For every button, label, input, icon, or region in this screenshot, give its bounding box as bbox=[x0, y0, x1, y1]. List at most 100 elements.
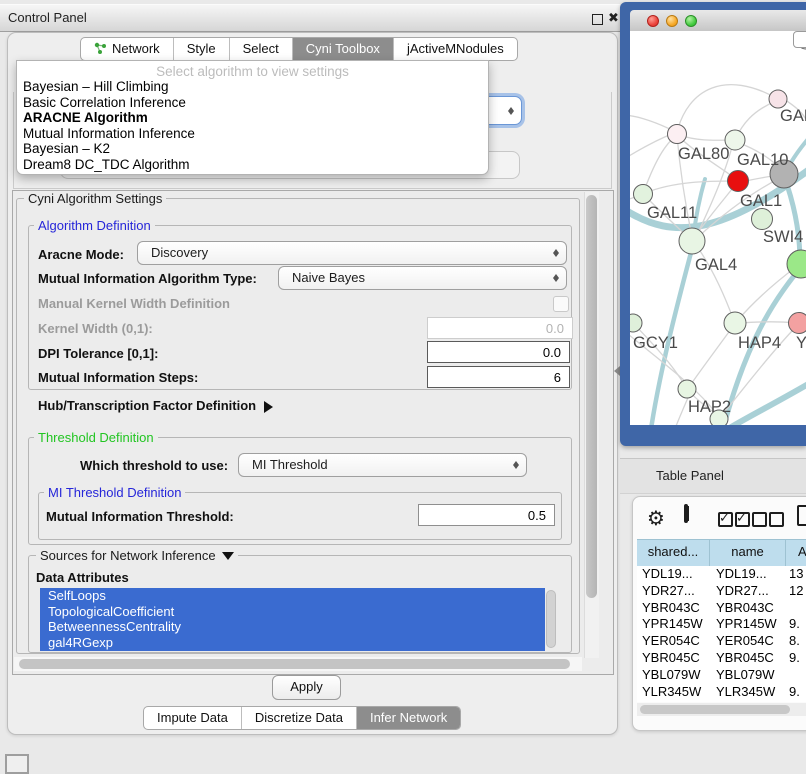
minimized-panel-button[interactable] bbox=[5, 754, 29, 774]
column-header-partial[interactable]: A bbox=[786, 540, 806, 566]
minimize-window-icon[interactable] bbox=[666, 15, 678, 27]
node-gal-top[interactable] bbox=[769, 90, 787, 108]
node-hap4[interactable] bbox=[724, 312, 746, 334]
tab-jactivemnodules[interactable]: jActiveMNodules bbox=[394, 38, 517, 60]
network-canvas[interactable]: GALGAL80GAL10GAL1GAL11SWI4GAL4HAP4YGCY1H… bbox=[630, 31, 806, 425]
mi-threshold-group-title: MI Threshold Definition bbox=[44, 485, 185, 500]
tab-cyni-toolbox[interactable]: Cyni Toolbox bbox=[293, 38, 394, 60]
node-hap4-label: HAP4 bbox=[738, 334, 781, 352]
node-hap2[interactable] bbox=[678, 380, 696, 398]
algorithm-dropdown-popup: Select algorithm to view settings Bayesi… bbox=[16, 60, 489, 175]
mi-steps-input[interactable]: 6 bbox=[427, 366, 570, 388]
deselect-all-checkbox-icon[interactable] bbox=[752, 512, 767, 527]
table-horizontal-scrollbar-thumb[interactable] bbox=[640, 705, 790, 714]
hub-definition-label: Hub/Transcription Factor Definition bbox=[38, 398, 256, 413]
network-edge[interactable] bbox=[630, 133, 674, 159]
new-table-icon[interactable] bbox=[797, 505, 806, 526]
tab-discretize-data[interactable]: Discretize Data bbox=[242, 707, 357, 729]
network-tool-overlay[interactable] bbox=[793, 31, 806, 48]
network-edge[interactable] bbox=[645, 181, 735, 193]
table-row[interactable]: YER054C YER054C 8. bbox=[637, 633, 806, 650]
horizontal-scrollbar-thumb[interactable] bbox=[19, 659, 570, 669]
dpi-tolerance-input[interactable]: 0.0 bbox=[427, 341, 570, 363]
gear-icon[interactable]: ⚙ bbox=[647, 506, 665, 531]
sources-group-title[interactable]: Sources for Network Inference bbox=[36, 548, 238, 566]
table-row[interactable]: YLR345W YLR345W 9. bbox=[637, 684, 806, 701]
kernel-width-input[interactable]: 0.0 bbox=[427, 317, 573, 339]
network-edge[interactable] bbox=[784, 176, 800, 262]
float-window-icon[interactable] bbox=[592, 14, 603, 25]
table-row[interactable]: YDR27... YDR27... 12 bbox=[637, 583, 806, 600]
node-green-right[interactable] bbox=[787, 250, 806, 278]
node-gal4[interactable] bbox=[679, 228, 705, 254]
control-panel-tabbar: Network Style Select Cyni Toolbox jActiv… bbox=[80, 37, 518, 61]
list-item-gal4rgexp[interactable]: gal4RGexp bbox=[40, 635, 545, 651]
deselect-all-checkbox-icon[interactable] bbox=[769, 512, 784, 527]
select-all-checkbox-icon[interactable] bbox=[718, 512, 733, 527]
node-gal80-label: GAL80 bbox=[678, 145, 729, 163]
node-salmon-label: Y bbox=[796, 334, 806, 352]
network-edge[interactable] bbox=[689, 325, 734, 387]
split-pane-collapse-icon[interactable] bbox=[609, 366, 620, 376]
table-row[interactable]: YIL052C YIL052C 9 bbox=[637, 700, 806, 702]
mi-type-combo[interactable]: Naive Bayes bbox=[278, 266, 567, 290]
column-selector-icon[interactable] bbox=[684, 504, 688, 523]
table-row[interactable]: YBR043C YBR043C bbox=[637, 600, 806, 617]
select-all-checkbox-icon[interactable] bbox=[735, 512, 750, 527]
which-threshold-combo[interactable]: MI Threshold bbox=[238, 453, 527, 477]
node-gal11[interactable] bbox=[634, 185, 653, 204]
close-window-icon[interactable] bbox=[647, 15, 659, 27]
network-graph[interactable]: GALGAL80GAL10GAL1GAL11SWI4GAL4HAP4YGCY1H… bbox=[630, 31, 806, 425]
table-row[interactable]: YBR045C YBR045C 9. bbox=[637, 650, 806, 667]
network-window-titlebar[interactable] bbox=[630, 10, 806, 32]
dropdown-item-aracne[interactable]: ARACNE Algorithm bbox=[17, 110, 488, 126]
control-panel-title: Control Panel bbox=[8, 10, 87, 25]
node-swi4-label: SWI4 bbox=[763, 228, 803, 246]
tab-infer-network[interactable]: Infer Network bbox=[357, 707, 460, 729]
node-gal80[interactable] bbox=[668, 125, 687, 144]
vertical-scrollbar-thumb[interactable] bbox=[586, 195, 597, 598]
node-gal1-label: GAL1 bbox=[740, 192, 782, 210]
table-row[interactable]: YBL079W YBL079W bbox=[637, 667, 806, 684]
table-row[interactable]: YDL19... YDL19... 13 bbox=[637, 566, 806, 583]
node-gcy1-label: GCY1 bbox=[633, 334, 678, 352]
column-header-name[interactable]: name bbox=[710, 540, 786, 566]
network-edge[interactable] bbox=[728, 383, 806, 425]
node-salmon[interactable] bbox=[789, 313, 806, 334]
aracne-mode-value: Discovery bbox=[151, 245, 208, 260]
dropdown-item-dream8[interactable]: Dream8 DC_TDC Algorithm bbox=[17, 157, 488, 173]
apply-button[interactable]: Apply bbox=[272, 675, 341, 700]
close-icon[interactable]: ✖ bbox=[608, 10, 619, 26]
algorithm-definition-title: Algorithm Definition bbox=[34, 218, 155, 233]
node-gal1[interactable] bbox=[728, 171, 749, 192]
manual-kernel-label: Manual Kernel Width Definition bbox=[38, 296, 230, 311]
table-panel-header: Table Panel bbox=[620, 458, 806, 494]
list-item-topologicalcoefficient[interactable]: TopologicalCoefficient bbox=[40, 604, 545, 620]
node-hap2-label: HAP2 bbox=[688, 398, 731, 416]
list-item-betweennesscentrality[interactable]: BetweennessCentrality bbox=[40, 619, 545, 635]
list-scrollbar-thumb[interactable] bbox=[546, 590, 556, 648]
tab-select[interactable]: Select bbox=[230, 38, 293, 60]
dropdown-item-bayesian-k2[interactable]: Bayesian – K2 bbox=[17, 141, 488, 157]
table-body: YDL19... YDL19... 13 YDR27... YDR27... 1… bbox=[637, 566, 806, 702]
tab-impute-data[interactable]: Impute Data bbox=[144, 707, 242, 729]
mi-threshold-input[interactable]: 0.5 bbox=[418, 504, 555, 526]
node-gal4-label: GAL4 bbox=[695, 256, 737, 274]
maximize-window-icon[interactable] bbox=[685, 15, 697, 27]
tab-style[interactable]: Style bbox=[174, 38, 230, 60]
column-header-shared-name[interactable]: shared... bbox=[637, 540, 710, 566]
dropdown-item-basic-correlation[interactable]: Basic Correlation Inference bbox=[17, 95, 488, 111]
dropdown-item-mutual-information[interactable]: Mutual Information Inference bbox=[17, 126, 488, 142]
manual-kernel-checkbox[interactable] bbox=[553, 296, 569, 312]
tab-network[interactable]: Network bbox=[81, 38, 174, 60]
node-gcy1[interactable] bbox=[630, 314, 642, 332]
dropdown-placeholder: Select algorithm to view settings bbox=[17, 61, 488, 79]
node-swi4[interactable] bbox=[752, 209, 773, 230]
aracne-mode-combo[interactable]: Discovery bbox=[137, 241, 567, 265]
dropdown-item-bayesian-hill-climbing[interactable]: Bayesian – Hill Climbing bbox=[17, 79, 488, 95]
which-threshold-value: MI Threshold bbox=[252, 457, 328, 472]
hub-definition-expander[interactable]: Hub/Transcription Factor Definition bbox=[38, 398, 279, 413]
data-attributes-list[interactable]: SelfLoops TopologicalCoefficient Between… bbox=[40, 588, 545, 651]
list-item-selfloops[interactable]: SelfLoops bbox=[40, 588, 545, 604]
table-row[interactable]: YPR145W YPR145W 9. bbox=[637, 616, 806, 633]
